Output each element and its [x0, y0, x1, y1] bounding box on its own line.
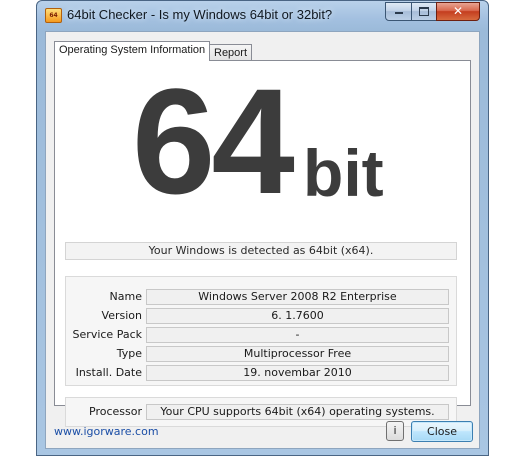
row-name: Name Windows Server 2008 R2 Enterprise — [66, 289, 456, 305]
window-title: 64bit Checker - Is my Windows 64bit or 3… — [67, 7, 333, 22]
close-button[interactable]: Close — [411, 421, 473, 442]
row-type: Type Multiprocessor Free — [66, 346, 456, 362]
os-info-panel: 64 bit Your Windows is detected as 64bit… — [54, 57, 471, 427]
version-label: Version — [101, 309, 142, 322]
row-install-date: Install. Date 19. novembar 2010 — [66, 365, 456, 381]
bitness-suffix: bit — [303, 136, 384, 210]
row-processor: Processor Your CPU supports 64bit (x64) … — [66, 404, 456, 420]
info-button[interactable]: i — [386, 421, 404, 441]
type-value: Multiprocessor Free — [146, 346, 449, 362]
maximize-icon — [419, 7, 429, 16]
website-link[interactable]: www.igorware.com — [54, 425, 159, 438]
service-pack-label: Service Pack — [72, 328, 142, 341]
minimize-icon — [394, 12, 403, 14]
app-64bit-icon: 64 — [45, 8, 62, 23]
type-label: Type — [116, 347, 142, 360]
row-service-pack: Service Pack - — [66, 327, 456, 343]
os-details-group: Name Windows Server 2008 R2 Enterprise V… — [65, 276, 457, 386]
bitness-number: 64 — [132, 57, 295, 225]
close-icon: ✕ — [452, 4, 464, 18]
install-date-value: 19. novembar 2010 — [146, 365, 449, 381]
close-window-button[interactable]: ✕ — [436, 2, 480, 21]
row-version: Version 6. 1.7600 — [66, 308, 456, 324]
name-value: Windows Server 2008 R2 Enterprise — [146, 289, 449, 305]
client-area: Operating System Information Report 64 b… — [45, 31, 480, 449]
maximize-button[interactable] — [411, 2, 437, 21]
version-value: 6. 1.7600 — [146, 308, 449, 324]
detection-status: Your Windows is detected as 64bit (x64). — [65, 242, 457, 260]
processor-label: Processor — [89, 405, 142, 418]
app-window: 64 64bit Checker - Is my Windows 64bit o… — [36, 0, 489, 456]
name-label: Name — [109, 290, 142, 303]
title-bar[interactable]: 64 64bit Checker - Is my Windows 64bit o… — [37, 1, 488, 31]
processor-value: Your CPU supports 64bit (x64) operating … — [146, 404, 449, 420]
install-date-label: Install. Date — [75, 366, 142, 379]
tab-operating-system-information[interactable]: Operating System Information — [54, 41, 211, 61]
service-pack-value: - — [146, 327, 449, 343]
minimize-button[interactable] — [385, 2, 412, 21]
